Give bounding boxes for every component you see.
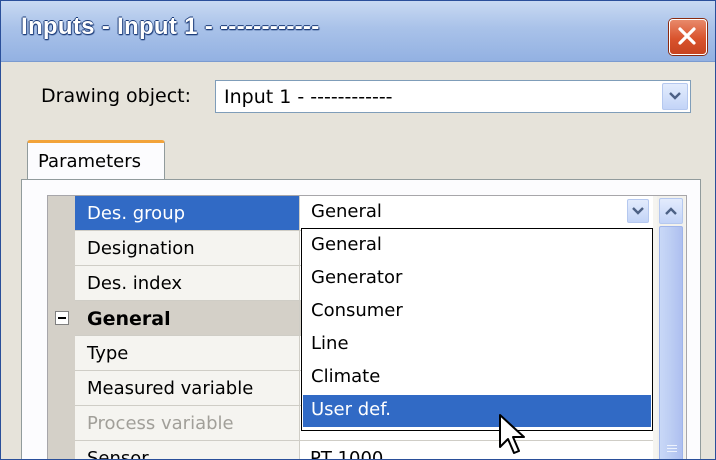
property-row-process-variable: Process variable xyxy=(75,406,299,441)
property-name: Type xyxy=(87,343,129,364)
option-label: Consumer xyxy=(311,300,403,321)
dropdown-option-generator[interactable]: Generator xyxy=(303,263,651,295)
option-label: Generator xyxy=(311,267,403,288)
category-row-general[interactable]: General xyxy=(75,301,299,336)
des-group-dropdown-button[interactable] xyxy=(627,199,649,223)
property-name: Process variable xyxy=(87,413,234,434)
property-name: Sensor xyxy=(87,448,149,460)
property-row-des-group[interactable]: Des. group xyxy=(75,196,299,231)
tab-parameters-label: Parameters xyxy=(38,151,142,172)
property-grid-scrollbar[interactable] xyxy=(657,196,685,459)
drawing-object-label: Drawing object: xyxy=(41,85,191,107)
close-button[interactable] xyxy=(669,19,707,55)
dropdown-option-line[interactable]: Line xyxy=(303,329,651,361)
property-name: Des. group xyxy=(87,203,186,224)
chevron-down-icon xyxy=(632,207,644,215)
option-label: General xyxy=(311,234,382,255)
chevron-down-icon xyxy=(669,92,681,100)
close-icon xyxy=(678,27,696,45)
window-title: Inputs - Input 1 - ------------ xyxy=(21,13,320,40)
collapse-icon[interactable] xyxy=(55,311,69,325)
scroll-thumb[interactable] xyxy=(659,226,683,459)
tab-parameters[interactable]: Parameters xyxy=(27,140,165,180)
option-label: User def. xyxy=(311,399,391,420)
dropdown-option-user-def[interactable]: User def. xyxy=(303,395,651,427)
property-row-des-index[interactable]: Des. index xyxy=(75,266,299,301)
category-name: General xyxy=(87,308,171,330)
scroll-up-button[interactable] xyxy=(659,198,683,224)
grip-line xyxy=(667,448,677,449)
property-value-sensor[interactable]: PT 1000 xyxy=(299,441,653,460)
dialog-window: Inputs - Input 1 - ------------ Drawing … xyxy=(0,0,716,460)
drawing-object-dropdown-button[interactable] xyxy=(662,83,688,110)
property-row-sensor[interactable]: Sensor xyxy=(75,441,299,460)
drawing-object-select[interactable]: Input 1 - ------------ xyxy=(215,80,691,113)
title-bar[interactable]: Inputs - Input 1 - ------------ xyxy=(1,1,715,62)
mouse-cursor-icon xyxy=(499,414,525,454)
chevron-up-icon xyxy=(665,207,677,215)
dropdown-option-general[interactable]: General xyxy=(303,230,651,262)
property-name: Des. index xyxy=(87,273,183,294)
option-label: Climate xyxy=(311,366,381,387)
property-row-type[interactable]: Type xyxy=(75,336,299,371)
drawing-object-row: Drawing object: Input 1 - ------------ xyxy=(1,61,715,131)
option-label: Line xyxy=(311,333,349,354)
des-group-dropdown-list: General Generator Consumer Line Climate … xyxy=(301,228,653,431)
property-grid-gutter xyxy=(48,196,75,459)
grip-line xyxy=(667,445,677,446)
sensor-value: PT 1000 xyxy=(310,448,384,460)
property-name: Measured variable xyxy=(87,378,254,399)
drawing-object-value: Input 1 - ------------ xyxy=(224,86,393,108)
des-group-current-value: General xyxy=(311,201,382,222)
property-row-measured-variable[interactable]: Measured variable xyxy=(75,371,299,406)
des-group-select[interactable]: General xyxy=(301,197,653,227)
property-name: Designation xyxy=(87,238,195,259)
dropdown-option-climate[interactable]: Climate xyxy=(303,362,651,394)
grip-line xyxy=(667,451,677,452)
property-row-designation[interactable]: Designation xyxy=(75,231,299,266)
dropdown-option-consumer[interactable]: Consumer xyxy=(303,296,651,328)
